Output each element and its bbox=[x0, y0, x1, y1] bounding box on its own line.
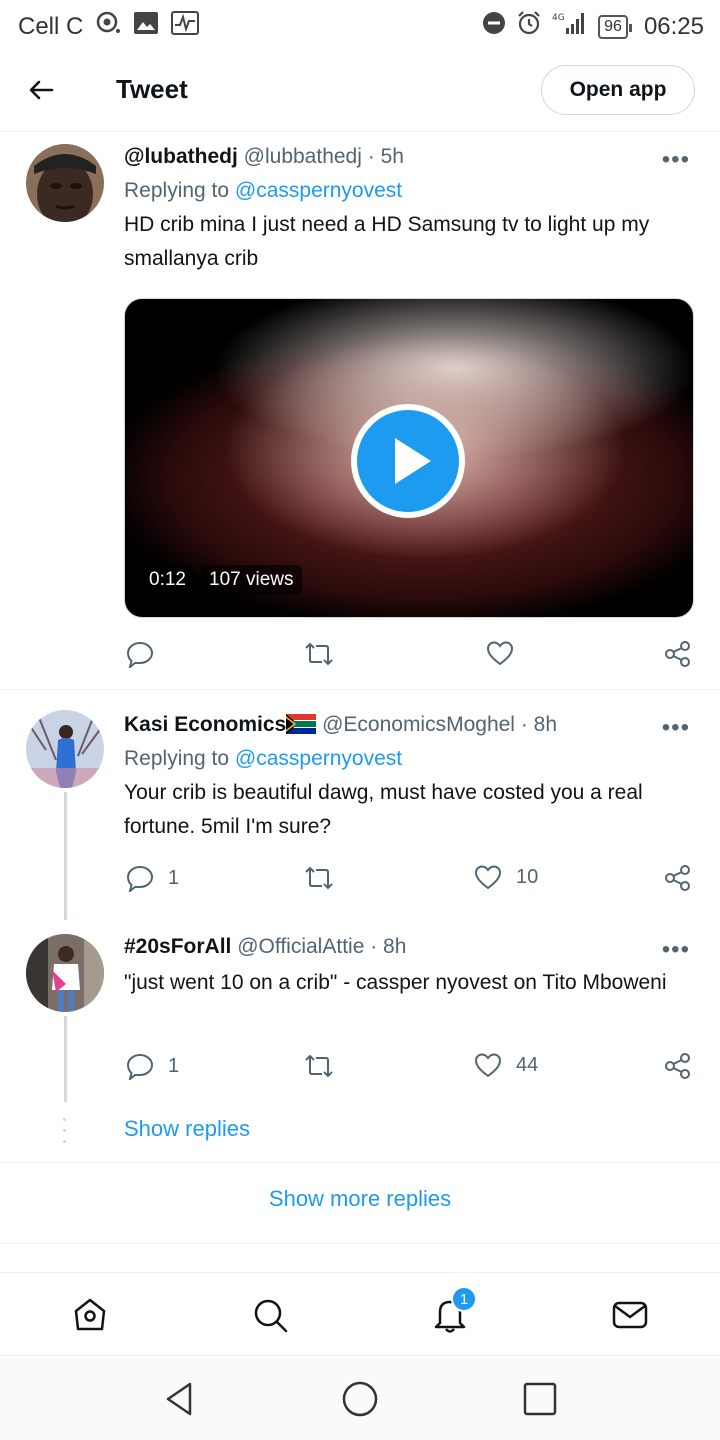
replying-label: Replying to bbox=[124, 179, 230, 202]
avatar[interactable] bbox=[26, 144, 104, 222]
search-icon[interactable] bbox=[250, 1295, 290, 1335]
reply-icon bbox=[126, 641, 154, 668]
top-header: Tweet Open app bbox=[0, 50, 720, 132]
show-replies-link[interactable]: Show replies bbox=[124, 1116, 250, 1142]
handle[interactable]: @OfficialAttie bbox=[237, 935, 364, 958]
gallery-icon bbox=[133, 11, 159, 42]
system-nav-bar bbox=[0, 1357, 720, 1440]
video-views: 107 views bbox=[201, 565, 302, 595]
battery-icon: 96 bbox=[598, 14, 632, 39]
tweet-actions: 1 44 bbox=[124, 1052, 696, 1092]
timestamp[interactable]: · 8h bbox=[370, 935, 406, 958]
share-button[interactable] bbox=[664, 1052, 692, 1080]
divider bbox=[0, 1162, 720, 1163]
hotspot-icon bbox=[95, 10, 121, 43]
avatar[interactable] bbox=[26, 710, 104, 788]
replying-to: Replying to @casspernyovest bbox=[124, 176, 696, 206]
reply-count: 1 bbox=[168, 866, 180, 889]
show-more-replies-link[interactable]: Show more replies bbox=[0, 1186, 720, 1212]
home-icon[interactable] bbox=[70, 1295, 110, 1335]
retweet-button[interactable] bbox=[304, 1052, 334, 1080]
timestamp[interactable]: · 5h bbox=[368, 145, 404, 168]
svg-text:4G: 4G bbox=[552, 13, 565, 23]
open-app-button[interactable]: Open app bbox=[541, 65, 695, 115]
back-arrow-icon[interactable] bbox=[24, 72, 60, 108]
play-icon bbox=[395, 438, 431, 484]
divider bbox=[0, 1243, 720, 1244]
notification-badge: 1 bbox=[451, 1286, 477, 1312]
reply-count: 1 bbox=[168, 1054, 180, 1077]
retweet-button[interactable] bbox=[304, 640, 334, 668]
heart-icon bbox=[486, 641, 514, 666]
like-button[interactable]: 44 bbox=[474, 1052, 538, 1078]
home-circle-icon[interactable] bbox=[340, 1379, 380, 1419]
video-duration: 0:12 bbox=[141, 565, 194, 595]
handle[interactable]: @lubbathedj bbox=[244, 145, 362, 168]
heart-icon bbox=[474, 865, 502, 890]
tweet-actions: 1 10 bbox=[124, 864, 696, 904]
share-button[interactable] bbox=[664, 640, 692, 668]
like-button[interactable] bbox=[486, 640, 514, 666]
status-bar: Cell C 4G 96 06:25 bbox=[0, 0, 720, 50]
share-icon bbox=[665, 865, 690, 891]
tweet-text: Your crib is beautiful dawg, must have c… bbox=[124, 781, 643, 838]
messages-icon[interactable] bbox=[610, 1295, 650, 1335]
display-name[interactable]: Kasi Economics bbox=[124, 713, 286, 736]
signal-icon: 4G bbox=[552, 10, 588, 43]
replying-to-link[interactable]: @casspernyovest bbox=[235, 747, 402, 770]
display-name[interactable]: @lubathedj bbox=[124, 145, 238, 168]
tweet-text: "just went 10 on a crib" - cassper nyove… bbox=[124, 971, 667, 994]
retweet-icon bbox=[305, 866, 333, 890]
reply-button[interactable]: 1 bbox=[126, 1052, 179, 1080]
reply-icon bbox=[126, 1053, 154, 1080]
like-button[interactable]: 10 bbox=[474, 864, 538, 890]
flag-emoji bbox=[286, 713, 317, 736]
share-button[interactable] bbox=[664, 864, 692, 892]
share-icon bbox=[665, 641, 690, 667]
avatar[interactable] bbox=[26, 934, 104, 1012]
alarm-icon bbox=[516, 10, 542, 43]
reply-icon bbox=[126, 865, 154, 892]
video-player[interactable]: 0:12 107 views bbox=[124, 298, 694, 618]
tweet-actions bbox=[124, 640, 696, 680]
retweet-icon bbox=[305, 1054, 333, 1078]
clock: 06:25 bbox=[643, 12, 704, 40]
share-icon bbox=[665, 1053, 690, 1079]
more-options-icon[interactable]: ••• bbox=[662, 714, 690, 742]
dnd-icon bbox=[482, 11, 506, 42]
page-title: Tweet bbox=[116, 74, 188, 104]
heart-icon bbox=[474, 1053, 502, 1078]
bottom-nav bbox=[0, 1272, 720, 1356]
recents-square-icon[interactable] bbox=[520, 1379, 560, 1419]
replying-to: Replying to @casspernyovest bbox=[124, 744, 696, 774]
tweet[interactable]: Kasi Economics @EconomicsMoghel · 8h Rep… bbox=[0, 690, 720, 920]
play-button[interactable] bbox=[351, 404, 465, 518]
more-options-icon[interactable]: ••• bbox=[662, 146, 690, 174]
replying-to-link[interactable]: @casspernyovest bbox=[235, 179, 402, 202]
display-name[interactable]: #20sForAll bbox=[124, 935, 231, 958]
back-triangle-icon[interactable] bbox=[160, 1379, 200, 1419]
thread-dots bbox=[63, 1118, 67, 1148]
tweet-text: HD crib mina I just need a HD Samsung tv… bbox=[124, 213, 650, 270]
replying-label: Replying to bbox=[124, 747, 230, 770]
timestamp[interactable]: · 8h bbox=[521, 713, 557, 736]
retweet-icon bbox=[305, 642, 333, 666]
tweet[interactable]: #20sForAll @OfficialAttie · 8h "just wen… bbox=[0, 920, 720, 1110]
reply-button[interactable] bbox=[126, 640, 154, 668]
like-count: 44 bbox=[516, 1053, 539, 1076]
more-options-icon[interactable]: ••• bbox=[662, 936, 690, 964]
reply-button[interactable]: 1 bbox=[126, 864, 179, 892]
handle[interactable]: @EconomicsMoghel bbox=[322, 713, 515, 736]
carrier-label: Cell C bbox=[18, 12, 84, 40]
like-count: 10 bbox=[516, 865, 539, 888]
retweet-button[interactable] bbox=[304, 864, 334, 892]
activity-icon bbox=[171, 11, 200, 42]
